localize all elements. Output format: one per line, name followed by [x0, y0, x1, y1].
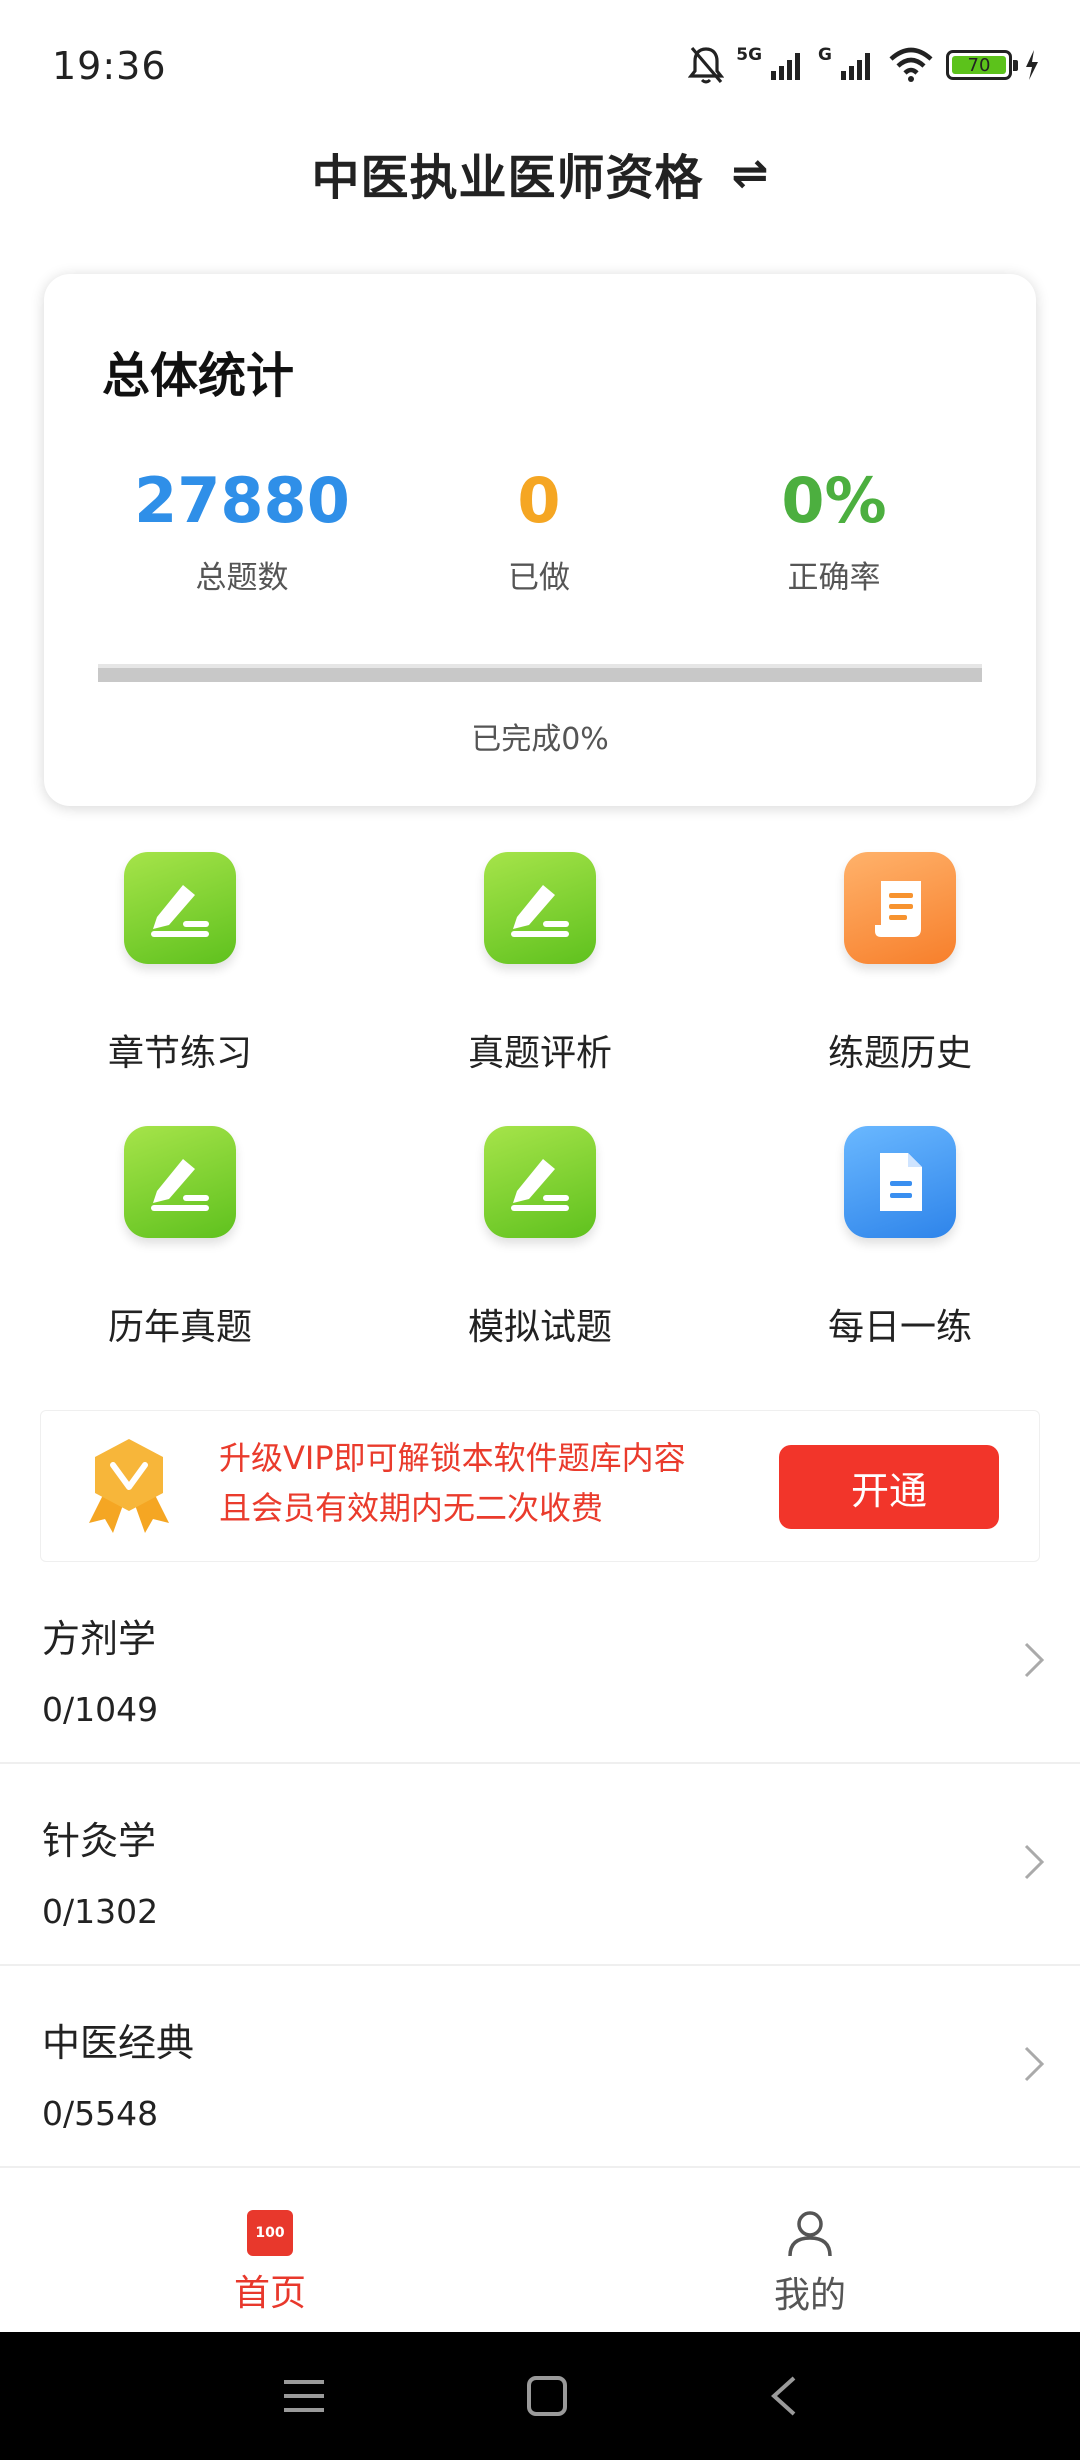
back-icon[interactable]: [768, 2375, 798, 2417]
list-item[interactable]: 中医经典 0/5548: [0, 1966, 1080, 2168]
feature-exam-analysis[interactable]: 真题评析: [360, 852, 720, 1126]
subject-name: 方剂学: [42, 1617, 157, 1661]
tab-home-label: 首页: [233, 2273, 306, 2314]
feature-label: 历年真题: [107, 1307, 252, 1348]
feature-past-exams[interactable]: 历年真题: [0, 1126, 360, 1400]
home-100-icon: 100: [247, 2210, 293, 2256]
subject-progress: 0/5548: [42, 2094, 159, 2133]
signal-icon: [841, 53, 870, 80]
network-type-label: 5G: [736, 45, 763, 65]
completion-progress-bar: [98, 664, 982, 682]
tab-home[interactable]: 100 首页: [0, 2168, 540, 2332]
stat-total-value: 27880: [134, 464, 350, 537]
scroll-icon: [844, 852, 956, 964]
status-bar: 19:36 5G G 70: [0, 0, 1080, 130]
stats-heading: 总体统计: [102, 348, 295, 404]
completion-progress-text: 已完成0%: [471, 722, 609, 757]
subject-name: 中医经典: [42, 2021, 195, 2065]
page-title[interactable]: 中医执业医师资格: [312, 138, 704, 208]
home-button-icon[interactable]: [526, 2375, 568, 2417]
status-icons: 5G G 70: [688, 40, 1040, 90]
document-icon: [844, 1126, 956, 1238]
header: 中医执业医师资格 ⇌: [0, 138, 1080, 208]
vip-promo-line2: 且会员有效期内无二次收费: [219, 1489, 604, 1527]
pencil-icon: [124, 1126, 236, 1238]
vip-banner: 升级VIP即可解锁本软件题库内容 且会员有效期内无二次收费 开通: [40, 1410, 1040, 1562]
stat-accuracy-value: 0%: [781, 464, 887, 537]
switch-exam-icon[interactable]: ⇌: [732, 148, 769, 199]
chevron-right-icon: [1024, 1642, 1045, 1678]
system-nav-bar: [0, 2332, 1080, 2460]
list-item[interactable]: 针灸学 0/1302: [0, 1764, 1080, 1966]
stat-done: 0 已做: [389, 470, 689, 597]
pencil-icon: [484, 852, 596, 964]
feature-grid: 章节练习 真题评析 练题历史 历年真题 模拟试题 每日一练: [0, 852, 1080, 1400]
feature-label: 模拟试题: [467, 1307, 612, 1348]
status-time: 19:36: [52, 44, 167, 88]
tab-mine[interactable]: 我的: [540, 2168, 1080, 2332]
menu-icon[interactable]: [282, 2378, 326, 2414]
bottom-tab-bar: 100 首页 我的: [0, 2168, 1080, 2332]
battery-level: 70: [952, 55, 1006, 76]
feature-label: 每日一练: [827, 1307, 972, 1348]
list-item[interactable]: 方剂学 0/1049: [0, 1562, 1080, 1764]
stat-total-label: 总题数: [195, 560, 289, 596]
feature-mock-tests[interactable]: 模拟试题: [360, 1126, 720, 1400]
user-icon: [788, 2211, 832, 2257]
feature-label: 章节练习: [107, 1033, 252, 1074]
pencil-icon: [484, 1126, 596, 1238]
stat-accuracy: 0% 正确率: [684, 470, 984, 597]
vip-badge-icon: [83, 1435, 175, 1539]
stats-card: 总体统计 27880 总题数 0 已做 0% 正确率 已完成0%: [44, 274, 1036, 806]
subject-list: 方剂学 0/1049 针灸学 0/1302 中医经典 0/5548: [0, 1562, 1080, 2168]
feature-label: 练题历史: [827, 1033, 972, 1074]
feature-daily-practice[interactable]: 每日一练: [720, 1126, 1080, 1400]
wifi-icon: [889, 47, 933, 82]
network-type-label: G: [818, 45, 832, 65]
subject-name: 针灸学: [42, 1819, 157, 1863]
stat-total: 27880 总题数: [92, 470, 392, 597]
stat-done-value: 0: [517, 464, 561, 537]
signal-icon: [771, 53, 801, 80]
open-vip-button[interactable]: 开通: [779, 1445, 999, 1529]
chevron-right-icon: [1024, 1844, 1045, 1880]
subject-progress: 0/1302: [42, 1892, 159, 1931]
mute-bell-icon: [688, 46, 725, 84]
chevron-right-icon: [1024, 2046, 1045, 2082]
feature-practice-history[interactable]: 练题历史: [720, 852, 1080, 1126]
battery-icon: 70: [946, 50, 1018, 80]
stat-done-label: 已做: [508, 560, 570, 596]
tab-mine-label: 我的: [773, 2275, 846, 2316]
stat-accuracy-label: 正确率: [787, 560, 881, 596]
feature-label: 真题评析: [467, 1033, 612, 1074]
feature-chapter-practice[interactable]: 章节练习: [0, 852, 360, 1126]
charging-icon: [1026, 50, 1038, 80]
vip-promo-line1: 升级VIP即可解锁本软件题库内容: [219, 1439, 686, 1477]
pencil-icon: [124, 852, 236, 964]
home-icon-text: 100: [255, 2225, 285, 2241]
subject-progress: 0/1049: [42, 1690, 159, 1729]
vip-promo-text: 升级VIP即可解锁本软件题库内容 且会员有效期内无二次收费: [219, 1433, 686, 1533]
